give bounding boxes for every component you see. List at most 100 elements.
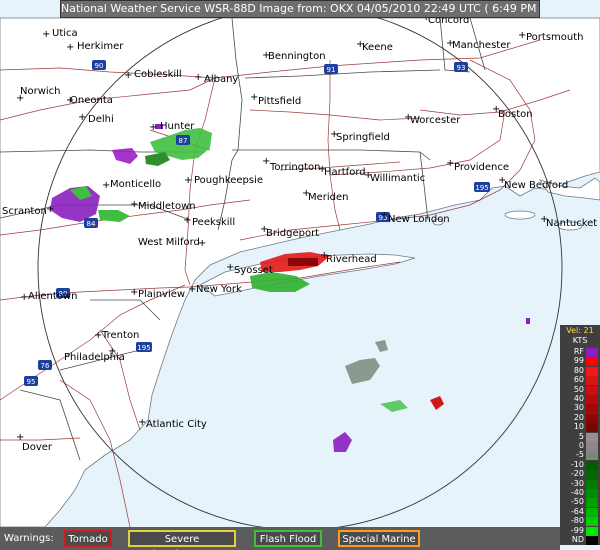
svg-text:New London: New London xyxy=(388,214,450,225)
svg-text:Riverhead: Riverhead xyxy=(326,254,377,265)
city-keene: +Keene xyxy=(356,39,393,53)
image-title: National Weather Service WSR-88D Image f… xyxy=(60,0,540,18)
radar-map: 90 87 84 91 93 195 95 80 195 76 95 + Utic… xyxy=(0,0,600,550)
warning-severe-thunderstorm[interactable]: Severe Thunderstorm xyxy=(128,530,236,550)
svg-text:Dover: Dover xyxy=(22,442,53,453)
svg-text:Meriden: Meriden xyxy=(308,192,349,203)
svg-text:+: + xyxy=(183,215,191,226)
warning-special-marine[interactable]: Special Marine xyxy=(338,530,420,547)
svg-text:Pittsfield: Pittsfield xyxy=(258,96,301,107)
city-willimantic: +Willimantic xyxy=(364,170,425,184)
svg-text:+: + xyxy=(42,29,50,40)
city-bennington: +Bennington xyxy=(262,50,326,62)
svg-text:Middletown: Middletown xyxy=(138,201,196,212)
city-plainview: + Plainview xyxy=(130,287,185,300)
svg-text:Allentown: Allentown xyxy=(28,291,77,302)
svg-text:Willimantic: Willimantic xyxy=(370,173,425,184)
svg-text:Monticello: Monticello xyxy=(110,179,161,190)
svg-text:+: + xyxy=(124,70,132,81)
svg-text:New York: New York xyxy=(196,284,242,295)
city-manchester: +Manchester xyxy=(446,38,511,51)
svg-text:Oneonta: Oneonta xyxy=(70,95,113,106)
svg-text:Manchester: Manchester xyxy=(452,40,511,51)
svg-text:95: 95 xyxy=(27,378,36,386)
svg-text:87: 87 xyxy=(179,137,188,145)
svg-text:Peekskill: Peekskill xyxy=(192,217,235,228)
interstate-shield-93: 93 xyxy=(454,62,468,72)
svg-text:Keene: Keene xyxy=(362,42,393,53)
svg-text:195: 195 xyxy=(475,184,488,192)
svg-text:Poughkeepsie: Poughkeepsie xyxy=(194,175,263,186)
svg-text:91: 91 xyxy=(327,66,336,74)
svg-text:New Bedford: New Bedford xyxy=(504,180,568,191)
svg-text:Plainview: Plainview xyxy=(138,289,185,300)
svg-text:Torrington: Torrington xyxy=(269,162,320,173)
svg-text:+: + xyxy=(66,42,74,53)
legend-units: KTS xyxy=(572,336,588,345)
svg-text:Nantucket: Nantucket xyxy=(546,218,597,229)
svg-text:Albany: Albany xyxy=(204,74,238,85)
warning-tornado[interactable]: Tornado xyxy=(64,530,112,547)
svg-text:Syosset: Syosset xyxy=(234,265,273,276)
svg-text:+: + xyxy=(198,238,206,249)
city-west-milford: West Milford+ xyxy=(138,237,206,249)
legend-row: ND xyxy=(560,535,600,545)
svg-text:Bridgeport: Bridgeport xyxy=(266,228,319,239)
svg-text:Delhi: Delhi xyxy=(88,114,114,125)
warning-flash-flood[interactable]: Flash Flood xyxy=(254,530,322,547)
interstate-shield-91: 91 xyxy=(324,64,338,74)
svg-text:Herkimer: Herkimer xyxy=(77,41,124,52)
interstate-shield-90: 90 xyxy=(92,60,106,70)
city-scranton: Scranton + xyxy=(2,204,54,217)
svg-text:Springfield: Springfield xyxy=(336,132,390,143)
city-allentown: + Allentown xyxy=(20,291,77,303)
svg-text:Hunter: Hunter xyxy=(160,121,195,132)
svg-text:84: 84 xyxy=(87,220,96,228)
legend-swatch xyxy=(586,536,598,545)
city-syosset: + Syosset xyxy=(226,262,273,276)
city-springfield: +Springfield xyxy=(330,129,390,143)
warnings-label: Warnings: xyxy=(4,533,54,544)
svg-text:Cobleskill: Cobleskill xyxy=(134,69,182,80)
city-trenton: + Trenton xyxy=(94,330,139,341)
svg-text:+: + xyxy=(184,175,192,186)
interstate-shield-95-de: 95 xyxy=(24,376,38,386)
city-portsmouth: + Portsmouth xyxy=(518,30,584,43)
svg-text:+: + xyxy=(149,122,157,133)
svg-text:+: + xyxy=(78,112,86,123)
svg-text:Utica: Utica xyxy=(52,28,78,39)
svg-text:+: + xyxy=(108,346,116,357)
city-middletown: + Middletown xyxy=(130,199,196,212)
svg-text:Worcester: Worcester xyxy=(410,115,461,126)
city-poughkeepsie: + Poughkeepsie xyxy=(184,175,263,186)
marthas-vineyard xyxy=(504,210,536,220)
city-worcester: +Worcester xyxy=(404,112,461,126)
svg-text:Atlantic City: Atlantic City xyxy=(146,419,207,430)
interstate-shield-195-nj: 195 xyxy=(136,342,152,352)
interstate-shield-87: 87 xyxy=(176,135,190,145)
city-monticello: + Monticello xyxy=(102,179,161,191)
city-atlantic-city: + Atlantic City xyxy=(138,417,207,430)
city-hartford: +Hartford xyxy=(318,164,366,178)
interstate-shield-76: 76 xyxy=(38,360,52,370)
svg-text:Hartford: Hartford xyxy=(324,167,366,178)
svg-text:90: 90 xyxy=(95,62,104,70)
legend-row-label: ND xyxy=(571,535,584,544)
svg-text:+: + xyxy=(46,204,54,215)
svg-text:Trenton: Trenton xyxy=(101,330,139,341)
svg-text:195: 195 xyxy=(137,344,150,352)
legend-title: Vel: 21 xyxy=(566,326,594,335)
svg-text:Bennington: Bennington xyxy=(268,51,326,62)
svg-text:+: + xyxy=(194,72,202,83)
city-hunter: + Hunter xyxy=(149,121,195,133)
svg-text:Scranton: Scranton xyxy=(2,206,47,217)
svg-text:76: 76 xyxy=(41,362,50,370)
svg-text:West Milford: West Milford xyxy=(138,237,200,248)
city-utica: + Utica xyxy=(42,28,78,40)
warnings-bar: Warnings: Tornado Severe Thunderstorm Fl… xyxy=(0,527,560,550)
svg-text:93: 93 xyxy=(457,64,466,72)
velocity-legend: Vel: 21 KTS RF 99 80 60 50 40 30 20 10 5 0 -5 -10 -20… xyxy=(560,325,600,545)
interstate-shield-195: 195 xyxy=(474,182,490,192)
svg-text:Boston: Boston xyxy=(498,109,533,120)
svg-text:Providence: Providence xyxy=(454,162,509,173)
